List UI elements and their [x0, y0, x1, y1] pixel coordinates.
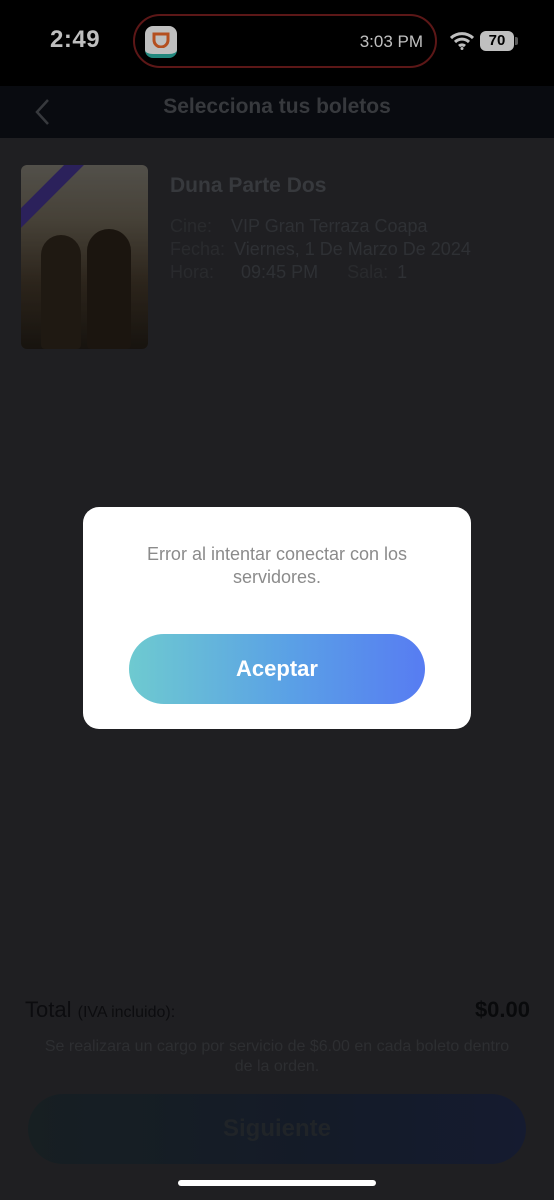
home-indicator[interactable]	[178, 1180, 376, 1186]
accept-button[interactable]: Aceptar	[129, 634, 425, 704]
error-dialog: Error al intentar conectar con los servi…	[83, 507, 471, 729]
error-message: Error al intentar conectar con los servi…	[146, 544, 408, 587]
